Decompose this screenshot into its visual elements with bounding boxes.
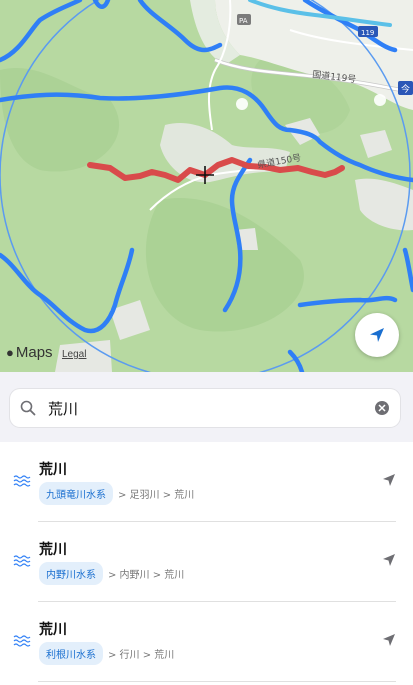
location-arrow-icon xyxy=(370,328,384,342)
result-name: 荒川 xyxy=(39,462,67,478)
river-icon xyxy=(13,635,31,647)
navigate-arrow-icon[interactable] xyxy=(382,633,396,647)
result-breadcrumb: > 足羽川 > 荒川 xyxy=(118,490,195,501)
river-icon xyxy=(13,475,31,487)
maps-brand-label: Maps xyxy=(15,344,53,361)
result-breadcrumb: > 行川 > 荒川 xyxy=(108,650,175,661)
result-name: 荒川 xyxy=(39,622,67,638)
result-path: 利根川水系 > 行川 > 荒川 xyxy=(39,642,174,665)
route-shield-number: 119 xyxy=(361,29,374,37)
water-system-badge: 内野川水系 xyxy=(39,562,103,585)
map-view[interactable]: 国道119号 県道150号 PA 119 今 ● Maps Legal xyxy=(0,0,413,372)
result-path: 内野川水系 > 内野川 > 荒川 xyxy=(39,562,184,585)
current-location-button[interactable] xyxy=(355,313,399,357)
result-breadcrumb: > 内野川 > 荒川 xyxy=(108,570,185,581)
legal-link[interactable]: Legal xyxy=(62,349,86,360)
search-input[interactable] xyxy=(46,398,375,418)
search-icon xyxy=(20,399,38,417)
result-row[interactable]: 荒川 九頭竜川水系 > 足羽川 > 荒川 xyxy=(0,442,413,522)
pa-label: PA xyxy=(239,17,248,25)
search-box[interactable] xyxy=(10,389,400,427)
navigate-arrow-icon[interactable] xyxy=(382,553,396,567)
result-name: 荒川 xyxy=(39,542,67,558)
row-divider xyxy=(38,681,396,682)
result-row[interactable]: 荒川 内野川水系 > 内野川 > 荒川 xyxy=(0,522,413,602)
water-system-badge: 利根川水系 xyxy=(39,642,103,665)
clear-search-button[interactable] xyxy=(375,401,389,415)
search-area xyxy=(0,372,413,442)
edge-badge-label: 今 xyxy=(401,83,410,95)
results-list: 荒川 九頭竜川水系 > 足羽川 > 荒川 荒川 内野川水系 > 内野川 > 荒川… xyxy=(0,442,413,685)
result-path: 九頭竜川水系 > 足羽川 > 荒川 xyxy=(39,482,194,505)
navigate-arrow-icon[interactable] xyxy=(382,473,396,487)
apple-logo-icon: ● xyxy=(6,345,14,360)
clear-icon xyxy=(378,404,386,412)
river-icon xyxy=(13,555,31,567)
water-system-badge: 九頭竜川水系 xyxy=(39,482,113,505)
maps-brand: ● Maps xyxy=(6,344,53,361)
result-row[interactable]: 荒川 利根川水系 > 行川 > 荒川 xyxy=(0,602,413,682)
